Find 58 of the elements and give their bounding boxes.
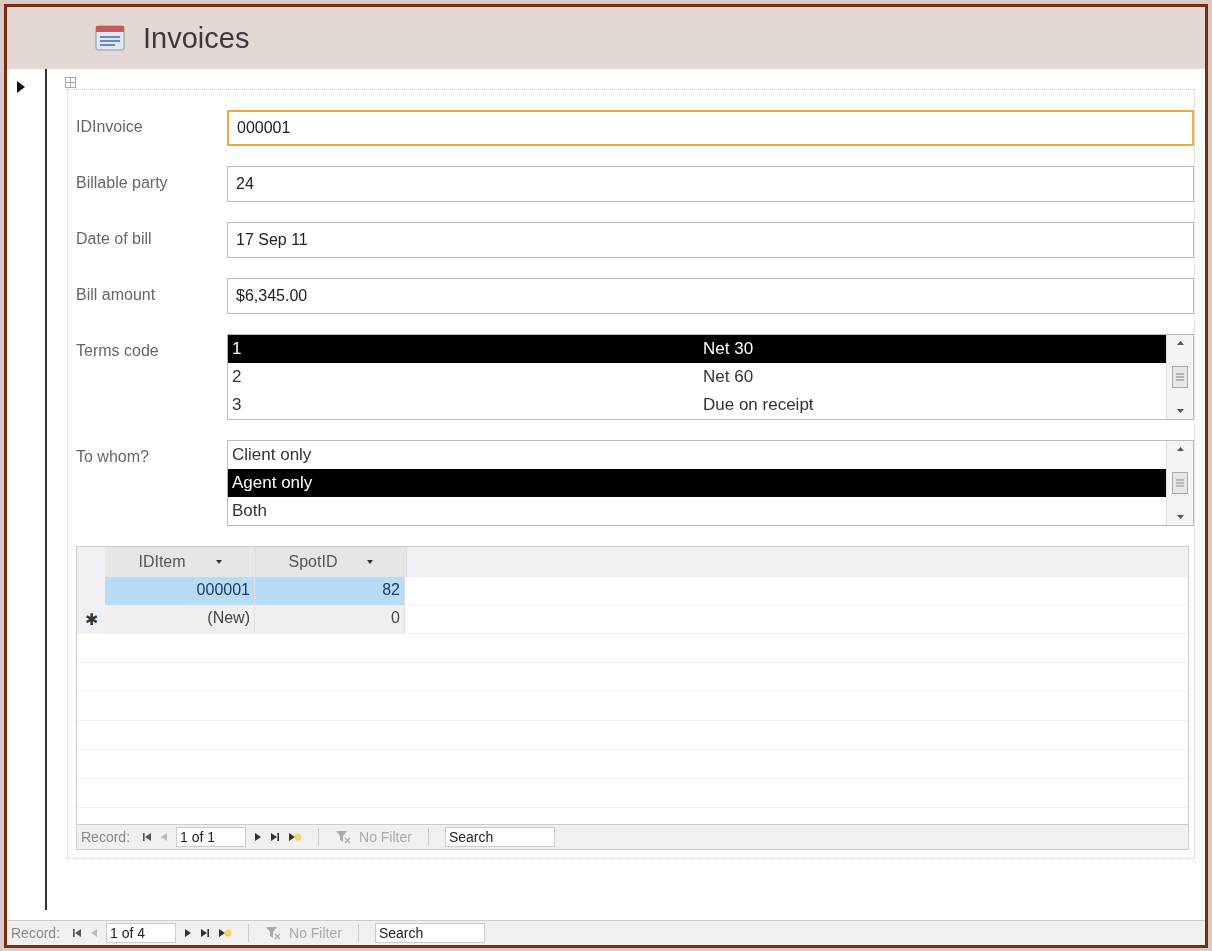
scroll-up-icon[interactable] [1176, 447, 1184, 451]
table-row[interactable]: 000001 82 [77, 577, 405, 605]
list-item[interactable]: Client only [228, 441, 1166, 469]
scroll-thumb-icon[interactable] [1172, 472, 1188, 494]
form-icon [95, 25, 125, 51]
list-cell-text: 2 [232, 367, 243, 387]
field-label: Bill amount [76, 285, 157, 304]
list-box[interactable]: Client only Agent only Both [227, 440, 1194, 526]
record-position-field[interactable]: 1 of 1 [176, 827, 247, 847]
first-record-icon[interactable] [142, 832, 153, 842]
dropdown-arrow-icon[interactable] [367, 560, 374, 564]
record-label: Record: [81, 829, 131, 845]
search-field[interactable]: Search [374, 923, 485, 943]
next-record-icon[interactable] [254, 832, 263, 842]
list-cell: Net 30 [703, 339, 754, 359]
search-field[interactable]: Search [444, 827, 555, 847]
row-selector[interactable]: ✱ [77, 605, 105, 633]
list-box[interactable]: 1 Net 30 2 Net 60 3 Due on receipt [227, 334, 1194, 420]
list-item[interactable]: 3 Due on receipt [228, 391, 1166, 419]
scroll-down-icon[interactable] [1176, 409, 1184, 413]
filter-icon [335, 830, 352, 844]
field-label: To whom? [76, 447, 150, 466]
scrollbar[interactable] [1166, 335, 1193, 419]
list-cell-text: 1 [232, 339, 243, 359]
form-title: Invoices [143, 21, 250, 55]
list-item[interactable]: Both [228, 497, 1166, 525]
column-header[interactable]: IDItem [105, 547, 256, 577]
scroll-up-icon[interactable] [1176, 341, 1184, 345]
scroll-thumb-icon[interactable] [1172, 366, 1188, 388]
scrollbar[interactable] [1166, 441, 1193, 525]
current-record-icon[interactable] [17, 81, 25, 93]
last-record-icon[interactable] [270, 832, 281, 842]
list-cell: Net 60 [703, 367, 754, 387]
new-record-icon[interactable] [288, 832, 303, 842]
first-record-icon[interactable] [72, 928, 83, 938]
field-label: Billable party [76, 173, 169, 192]
field-label: Date of bill [76, 229, 153, 248]
list-item[interactable]: 2 Net 60 [228, 363, 1166, 391]
scroll-down-icon[interactable] [1176, 515, 1184, 519]
text-field[interactable]: 000001 [227, 110, 1194, 146]
last-record-icon[interactable] [200, 928, 211, 938]
text-field[interactable]: 17 Sep 11 [227, 222, 1194, 258]
field-label: Terms code [76, 341, 160, 360]
list-cell: Due on receipt [703, 395, 814, 415]
record-position-field[interactable]: 1 of 4 [106, 923, 177, 943]
new-record-icon[interactable] [218, 928, 233, 938]
list-item[interactable]: Agent only [228, 469, 1166, 497]
dropdown-arrow-icon[interactable] [215, 560, 222, 564]
table-row[interactable]: ✱ (New) 0 [77, 605, 405, 633]
filter-icon [265, 926, 282, 940]
next-record-icon[interactable] [184, 928, 193, 938]
text-field[interactable]: 24 [227, 166, 1194, 202]
column-header[interactable]: SpotID [256, 547, 407, 577]
text-field[interactable]: $6,345.00 [227, 278, 1194, 314]
list-cell-text: 3 [232, 395, 243, 415]
list-item[interactable]: 1 Net 30 [228, 335, 1166, 363]
record-label: Record: [11, 925, 61, 941]
field-label: IDInvoice [76, 117, 144, 136]
